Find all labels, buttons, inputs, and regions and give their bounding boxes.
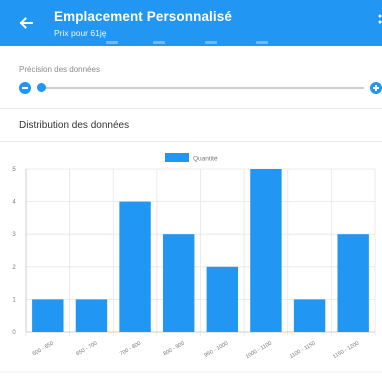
bar — [32, 299, 64, 332]
slider-thumb[interactable] — [36, 83, 46, 92]
increase-icon[interactable] — [370, 82, 382, 94]
decrease-icon[interactable] — [19, 82, 31, 94]
distribution-label: Distribution des données — [19, 120, 130, 131]
legend-label: Quantité — [193, 156, 218, 163]
y-tick-label: 3 — [12, 232, 16, 238]
x-tick-label: 800 - 900 — [163, 341, 186, 358]
legend-swatch — [165, 153, 189, 162]
overflow-menu-icon[interactable] — [378, 14, 382, 30]
distribution-chart: Quantité 0 1 2 3 4 5 600 - 650 650 - 700 700 - 80… — [0, 153, 382, 373]
divider — [0, 141, 382, 142]
y-tick-label: 5 — [12, 167, 16, 173]
scroll-artifact — [256, 41, 268, 44]
x-tick-label: 950 - 1000 — [204, 341, 230, 359]
x-tick-label: 1000 - 1100 — [245, 341, 273, 361]
app-bar: Emplacement Personnalisé Prix pour 61ję — [0, 0, 382, 46]
back-arrow-icon[interactable] — [16, 13, 36, 33]
page-subtitle: Prix pour 61ję — [54, 28, 107, 38]
y-tick-label: 0 — [12, 330, 16, 336]
x-tick-label: 1100 - 1150 — [289, 341, 317, 360]
y-tick-label: 4 — [12, 200, 16, 206]
bar — [75, 299, 108, 332]
precision-slider[interactable] — [19, 80, 382, 96]
y-tick-label: 2 — [12, 265, 16, 271]
page-title: Emplacement Personnalisé — [54, 9, 232, 24]
bar — [162, 234, 195, 332]
slider-track[interactable] — [41, 87, 364, 89]
x-tick-label: 650 - 700 — [75, 341, 98, 358]
bar — [337, 234, 369, 332]
y-tick-label: 1 — [12, 297, 16, 303]
scroll-artifact — [153, 41, 165, 44]
scroll-artifact — [106, 41, 118, 44]
bar — [293, 299, 326, 332]
precision-label: Précision des données — [19, 65, 100, 74]
divider — [0, 108, 382, 109]
x-tick-label: 700 - 800 — [119, 341, 142, 358]
bar — [206, 266, 239, 332]
bar — [250, 169, 282, 332]
bar — [119, 201, 151, 332]
scroll-artifact — [205, 41, 217, 44]
x-tick-label: 600 - 650 — [32, 341, 55, 358]
x-tick-label: 1150 - 1200 — [332, 341, 360, 361]
